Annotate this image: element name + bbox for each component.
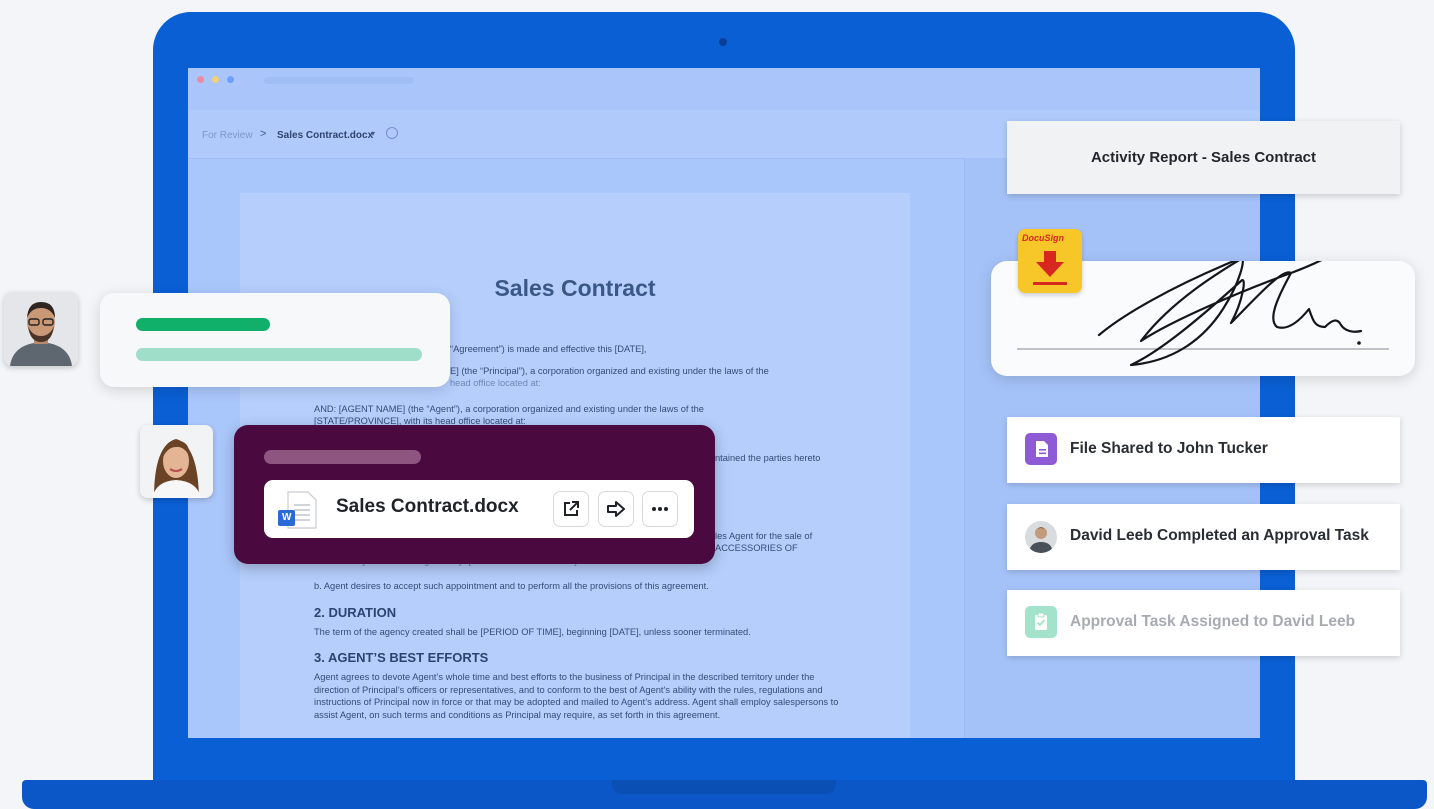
avatar — [1025, 521, 1057, 553]
document-paragraph: AND: [AGENT NAME] (the “Agent”), a corpo… — [314, 404, 704, 414]
activity-item-approval-completed[interactable]: David Leeb Completed an Approval Task — [1007, 504, 1400, 570]
document-paragraph: E] (the “Principal”), a corporation orga… — [450, 366, 769, 376]
clipboard-check-icon — [1025, 606, 1057, 638]
text-placeholder-bar — [264, 450, 421, 464]
avatar — [140, 425, 213, 498]
more-options-button[interactable] — [642, 491, 678, 527]
activity-item-text: David Leeb Completed an Approval Task — [1070, 527, 1369, 544]
activity-item-text: File Shared to John Tucker — [1070, 440, 1268, 457]
close-window-dot[interactable] — [197, 76, 204, 83]
section-heading: 3. AGENT’S BEST EFFORTS — [314, 650, 489, 665]
file-name[interactable]: Sales Contract.docx — [336, 496, 519, 518]
document-paragraph: ntained the parties hereto — [715, 453, 821, 463]
arrow-right-icon — [607, 501, 625, 517]
ellipsis-icon — [652, 507, 668, 511]
activity-item-file-shared[interactable]: File Shared to John Tucker — [1007, 417, 1400, 483]
breadcrumb-root-link[interactable]: For Review — [202, 130, 253, 141]
word-document-icon: W — [278, 490, 320, 530]
minimize-window-dot[interactable] — [212, 76, 219, 83]
maximize-window-dot[interactable] — [227, 76, 234, 83]
external-link-icon — [564, 501, 579, 516]
text-placeholder-bar — [136, 318, 270, 331]
document-paragraph: head office located at: — [450, 378, 541, 388]
document-paragraph: les Agent for the sale of — [715, 531, 813, 541]
breadcrumb-separator: > — [260, 128, 267, 140]
window-title-placeholder — [264, 77, 414, 84]
activity-report-header: Activity Report - Sales Contract — [1007, 121, 1400, 194]
document-paragraph: b. Agent desires to accept such appointm… — [314, 581, 709, 591]
section-heading: 2. DURATION — [314, 605, 397, 620]
open-external-button[interactable] — [553, 491, 589, 527]
chevron-down-icon[interactable]: ▾ — [371, 129, 375, 138]
document-paragraph: ACCESSORIES OF — [715, 543, 798, 553]
share-forward-button[interactable] — [598, 491, 634, 527]
file-type-label: W — [282, 512, 292, 523]
document-paragraph: “Agreement”) is made and effective this … — [450, 344, 647, 354]
docusign-logo-text: DocuSign — [1022, 233, 1064, 243]
camera-dot — [719, 38, 727, 46]
activity-item-approval-assigned[interactable]: Approval Task Assigned to David Leeb — [1007, 590, 1400, 656]
comment-card — [100, 293, 450, 387]
laptop-trackpad-notch — [612, 780, 836, 794]
breadcrumb-current-file[interactable]: Sales Contract.docx — [277, 130, 373, 141]
text-placeholder-bar — [136, 348, 422, 361]
avatar — [4, 292, 78, 366]
section-body: The term of the agency created shall be … — [314, 627, 751, 637]
sync-icon[interactable] — [386, 127, 398, 139]
section-body: Agent agrees to devote Agent’s whole tim… — [314, 672, 839, 720]
window-titlebar — [188, 68, 1260, 110]
activity-item-text: Approval Task Assigned to David Leeb — [1070, 613, 1356, 630]
document-icon — [1025, 433, 1057, 465]
